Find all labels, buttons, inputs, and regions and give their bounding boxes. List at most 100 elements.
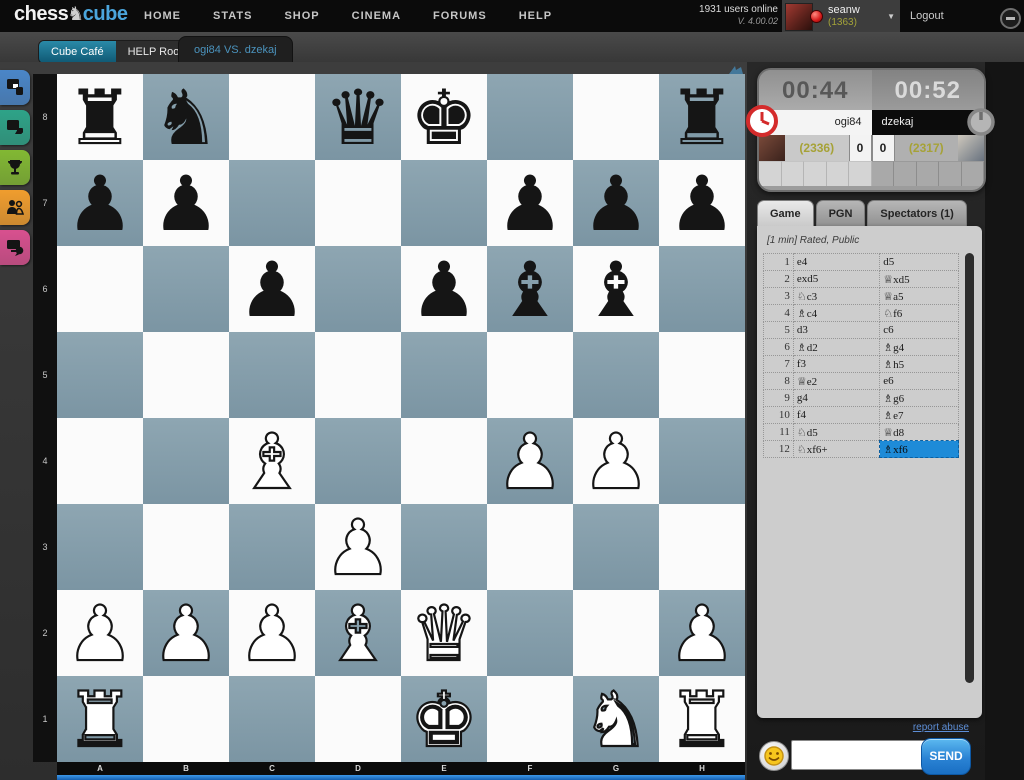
send-button[interactable]: SEND [921,738,971,775]
square-f1[interactable] [487,676,573,762]
square-h1[interactable]: ♜ [659,676,745,762]
white-move-7[interactable]: f3 [793,356,879,373]
square-a8[interactable]: ♜ [57,74,143,160]
square-h2[interactable]: ♟ [659,590,745,676]
square-b5[interactable] [143,332,229,418]
black-move-12[interactable]: ♗xf6 [880,441,959,458]
square-e8[interactable]: ♚ [401,74,487,160]
square-c1[interactable] [229,676,315,762]
black-king-e8[interactable]: ♚ [401,74,487,160]
square-a7[interactable]: ♟ [57,160,143,246]
square-c2[interactable]: ♟ [229,590,315,676]
square-h6[interactable] [659,246,745,332]
square-f6[interactable]: ♝ [487,246,573,332]
square-g4[interactable]: ♟ [573,418,659,504]
black-move-5[interactable]: c6 [880,322,959,339]
nav-item-stats[interactable]: STATS [197,0,268,32]
black-knight-b8[interactable]: ♞ [143,74,229,160]
white-move-1[interactable]: e4 [793,254,879,271]
logout-button[interactable]: Logout [910,0,944,32]
square-g6[interactable]: ♝ [573,246,659,332]
white-pawn-g4[interactable]: ♟ [573,418,659,504]
square-a6[interactable] [57,246,143,332]
white-rook-a1[interactable]: ♜ [57,676,143,762]
report-abuse-link[interactable]: report abuse [757,722,969,733]
square-a2[interactable]: ♟ [57,590,143,676]
square-e7[interactable] [401,160,487,246]
white-move-9[interactable]: g4 [793,390,879,407]
white-pawn-a2[interactable]: ♟ [57,590,143,676]
square-f3[interactable] [487,504,573,590]
black-move-11[interactable]: ♕d8 [880,424,959,441]
square-h7[interactable]: ♟ [659,160,745,246]
square-h4[interactable] [659,418,745,504]
square-b8[interactable]: ♞ [143,74,229,160]
black-move-2[interactable]: ♕xd5 [880,271,959,288]
white-pawn-b2[interactable]: ♟ [143,590,229,676]
nav-item-home[interactable]: HOME [128,0,197,32]
black-move-10[interactable]: ♗e7 [880,407,959,424]
minimize-icon[interactable] [1000,8,1021,29]
sidebar-button-chat-rooms[interactable] [0,230,30,265]
sidebar-button-friends[interactable] [0,190,30,225]
square-c4[interactable]: ♝ [229,418,315,504]
tab-cube-cafe[interactable]: Cube Café [39,41,116,63]
square-g8[interactable] [573,74,659,160]
chesscube-logo[interactable]: chess♞cube [14,3,127,26]
square-d5[interactable] [315,332,401,418]
emoticon-button[interactable] [759,741,789,771]
square-d1[interactable] [315,676,401,762]
square-h3[interactable] [659,504,745,590]
square-a5[interactable] [57,332,143,418]
black-pawn-h7[interactable]: ♟ [659,160,745,246]
white-pawn-f4[interactable]: ♟ [487,418,573,504]
black-move-6[interactable]: ♗g4 [880,339,959,356]
black-pawn-f7[interactable]: ♟ [487,160,573,246]
black-move-9[interactable]: ♗g6 [880,390,959,407]
square-f2[interactable] [487,590,573,676]
black-bishop-f6[interactable]: ♝ [487,246,573,332]
square-c3[interactable] [229,504,315,590]
square-f4[interactable]: ♟ [487,418,573,504]
square-d7[interactable] [315,160,401,246]
white-queen-e2[interactable]: ♛ [401,590,487,676]
black-move-7[interactable]: ♗h5 [880,356,959,373]
square-b1[interactable] [143,676,229,762]
nav-item-cinema[interactable]: CINEMA [336,0,417,32]
game-panel-tab-spectators-1[interactable]: Spectators (1) [867,200,966,226]
board-options-icon[interactable] [726,63,746,74]
square-b2[interactable]: ♟ [143,590,229,676]
square-a4[interactable] [57,418,143,504]
black-pawn-a7[interactable]: ♟ [57,160,143,246]
white-move-11[interactable]: ♘d5 [793,424,879,441]
square-b4[interactable] [143,418,229,504]
square-d6[interactable] [315,246,401,332]
white-king-e1[interactable]: ♚ [401,676,487,762]
game-panel-tab-pgn[interactable]: PGN [816,200,866,226]
user-menu[interactable]: seanw (1363) ▼ [782,0,900,32]
square-d3[interactable]: ♟ [315,504,401,590]
black-move-8[interactable]: e6 [880,373,959,390]
sidebar-button-watch-games[interactable] [0,110,30,145]
square-g3[interactable] [573,504,659,590]
tab-active-game[interactable]: ogi84 VS. dzekaj [178,36,293,63]
white-pawn-d3[interactable]: ♟ [315,504,401,590]
square-h8[interactable]: ♜ [659,74,745,160]
square-d8[interactable]: ♛ [315,74,401,160]
square-f5[interactable] [487,332,573,418]
nav-item-shop[interactable]: SHOP [268,0,335,32]
square-b6[interactable] [143,246,229,332]
square-c8[interactable] [229,74,315,160]
game-panel-tab-game[interactable]: Game [757,200,814,226]
square-a3[interactable] [57,504,143,590]
black-rook-h8[interactable]: ♜ [659,74,745,160]
white-move-2[interactable]: exd5 [793,271,879,288]
square-e2[interactable]: ♛ [401,590,487,676]
square-c7[interactable] [229,160,315,246]
square-c6[interactable]: ♟ [229,246,315,332]
square-h5[interactable] [659,332,745,418]
black-pawn-c6[interactable]: ♟ [229,246,315,332]
black-bishop-g6[interactable]: ♝ [573,246,659,332]
square-c5[interactable] [229,332,315,418]
square-d4[interactable] [315,418,401,504]
